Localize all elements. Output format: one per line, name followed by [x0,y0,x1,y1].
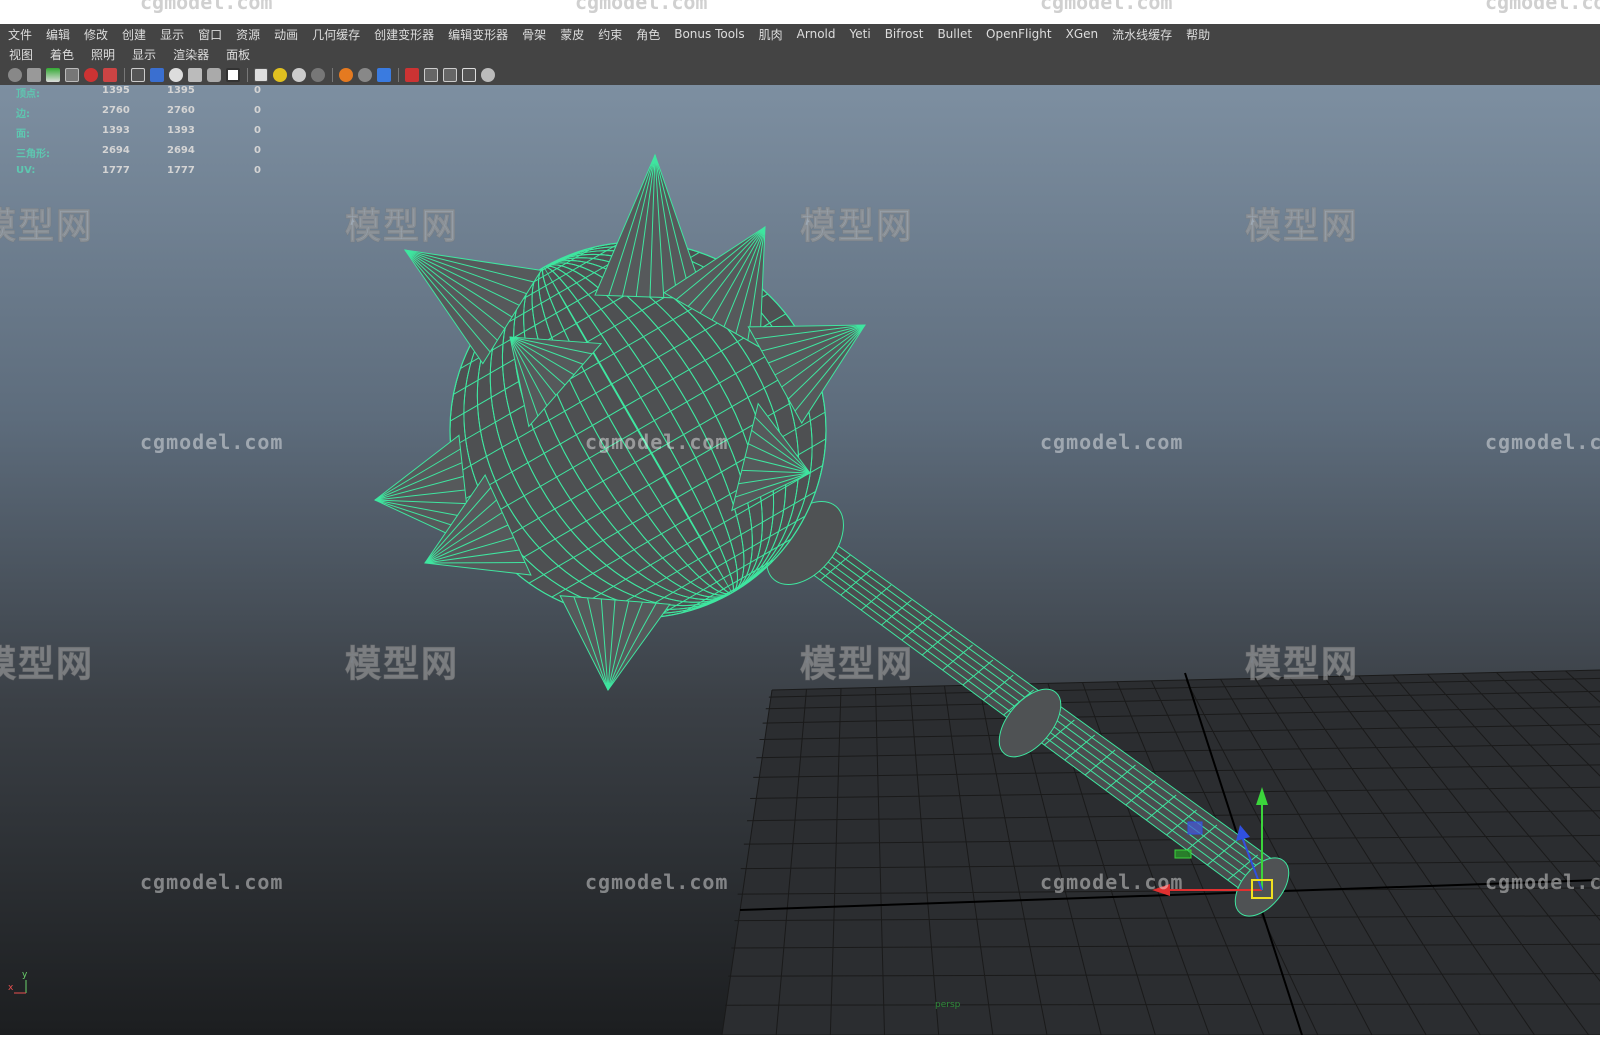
wireframe-icon[interactable] [131,68,145,82]
panel-menu-item[interactable]: 照明 [82,46,123,63]
frame-selection-icon[interactable] [462,68,476,82]
menu-item[interactable]: 蒙皮 [552,26,590,43]
menu-item[interactable]: 角色 [628,26,666,43]
menu-item[interactable]: Bonus Tools [666,27,750,41]
view-axis-gizmo [14,980,27,994]
watermark-logo: 模型网 [344,644,460,686]
maya-window: cgmodel.com cgmodel.com cgmodel.com cgmo… [0,0,1600,1060]
menu-item[interactable]: OpenFlight [978,27,1058,41]
menu-item[interactable]: 窗口 [190,26,228,43]
watermark-url: cgmodel.com [1485,430,1600,454]
watermark-logo: 模型网 [0,206,95,248]
menu-item[interactable]: 几何缓存 [304,26,366,43]
watermark-top-url: cgmodel.com [140,0,273,14]
main-menubar: 文件 编辑 修改 创建 显示 窗口 资源 动画 几何缓存 创建变形器 编辑变形器 骨架 蒙皮 约束 角色 Bo… [0,24,1600,44]
depth-of-field-icon[interactable] [405,68,419,82]
menu-item[interactable]: 资源 [228,26,266,43]
menu-item[interactable]: Yeti [842,27,877,41]
toolbar-separator [398,68,399,82]
watermark-url: cgmodel.com [585,870,729,894]
watermark-url: cgmodel.com [1040,430,1184,454]
top-margin: cgmodel.com cgmodel.com cgmodel.com cgmo… [0,0,1600,24]
watermark-logo: 模型网 [1244,644,1360,686]
menu-item[interactable]: 修改 [76,26,114,43]
panel-menu-item[interactable]: 面板 [217,46,258,63]
textured-icon[interactable] [188,68,202,82]
floor-grid [721,669,1600,1035]
xray-icon[interactable] [273,68,287,82]
menu-item[interactable]: Bullet [929,27,978,41]
panel-menu-item[interactable]: 着色 [41,46,82,63]
use-all-lights-icon[interactable] [207,68,221,82]
menu-item[interactable]: XGen [1058,27,1105,41]
smooth-shade-icon[interactable] [150,68,164,82]
select-camera-icon[interactable] [424,68,438,82]
menu-item[interactable]: 编辑变形器 [440,26,514,43]
watermark-url: cgmodel.com [585,430,729,454]
panel-menu-item[interactable]: 显示 [123,46,164,63]
watermark-top-url: cgmodel.com [575,0,708,14]
panel-toolbar [0,65,1600,85]
view-axis-x-label: x [8,983,14,993]
shadows-icon[interactable] [226,68,240,82]
grid-icon[interactable] [65,68,79,82]
mace-spike[interactable] [559,595,671,691]
watermark-logo: 模型网 [1244,206,1360,248]
panel-menubar: 视图 着色 照明 显示 渲染器 面板 [0,44,1600,65]
panel-menu-item[interactable]: 渲染器 [164,46,217,63]
resolution-gate-icon[interactable] [103,68,117,82]
anti-aliasing-icon[interactable] [377,68,391,82]
menu-item[interactable]: 约束 [590,26,628,43]
menu-item[interactable]: 动画 [266,26,304,43]
menu-item[interactable]: 显示 [152,26,190,43]
backface-culling-icon[interactable] [311,68,325,82]
panel-menu-item[interactable]: 视图 [0,46,41,63]
watermark-top-url: cgmodel.com [1485,0,1600,14]
menu-item[interactable]: 肌肉 [751,26,789,43]
camera-attributes-icon[interactable] [8,68,22,82]
view-axis-y-label: y [22,970,28,980]
watermark-url: cgmodel.com [140,430,284,454]
watermark-url: cgmodel.com [1485,870,1600,894]
menu-item[interactable]: Bifrost [877,27,930,41]
menu-item[interactable]: 创建 [114,26,152,43]
menu-item[interactable]: 创建变形器 [366,26,440,43]
watermark-url: cgmodel.com [140,870,284,894]
bookmark-icon[interactable] [27,68,41,82]
menu-item[interactable]: 流水线缓存 [1104,26,1178,43]
pipeline-icon[interactable] [481,68,495,82]
menu-item[interactable]: 骨架 [514,26,552,43]
toolbar-separator [247,68,248,82]
menu-item[interactable]: 编辑 [38,26,76,43]
watermark-logo: 模型网 [799,644,915,686]
wireframe-on-shaded-icon[interactable] [169,68,183,82]
image-plane-icon[interactable] [46,68,60,82]
camera-name-label: persp [935,1000,961,1010]
menu-item[interactable]: Arnold [789,27,842,41]
bottom-margin [0,1035,1600,1060]
xray-joints-icon[interactable] [292,68,306,82]
watermark-top-url: cgmodel.com [1040,0,1173,14]
toolbar-separator [332,68,333,82]
menu-item[interactable]: 文件 [0,26,38,43]
watermark-logo: 模型网 [799,206,915,248]
frame-all-icon[interactable] [443,68,457,82]
toolbar-separator [124,68,125,82]
watermark-logo: 模型网 [344,206,460,248]
menu-item[interactable]: 帮助 [1178,26,1216,43]
perspective-viewport[interactable]: 顶点: 1395 1395 0 边: 2760 2760 0 面: 1393 1393 0 三角形: 26… [0,85,1600,1035]
isolate-select-icon[interactable] [254,68,268,82]
watermark-logo: 模型网 [0,644,95,686]
motion-blur-icon[interactable] [358,68,372,82]
ambient-occlusion-icon[interactable] [339,68,353,82]
watermark-url: cgmodel.com [1040,870,1184,894]
film-gate-icon[interactable] [84,68,98,82]
